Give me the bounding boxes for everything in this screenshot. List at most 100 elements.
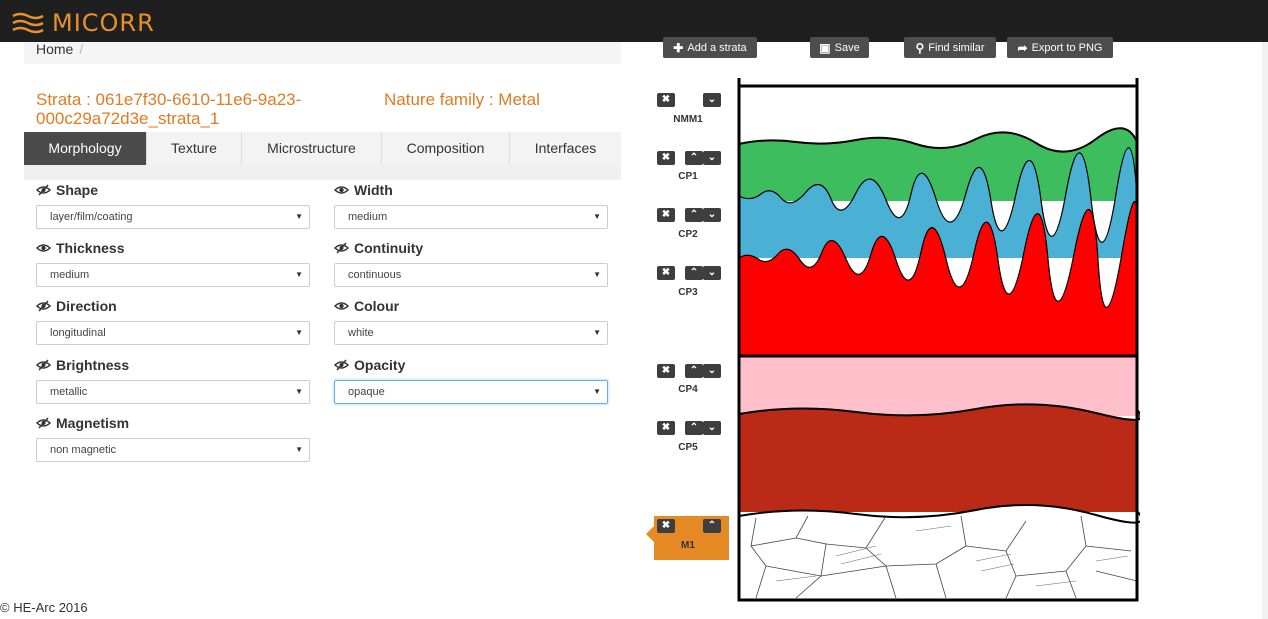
continuity-select[interactable]: continuous ▼ (334, 263, 608, 287)
brightness-label: Brightness (36, 356, 312, 374)
direction-select[interactable]: longitudinal ▼ (36, 321, 310, 345)
thickness-select[interactable]: medium ▼ (36, 263, 310, 287)
eye-slash-icon[interactable] (36, 359, 51, 371)
strata-label-cp1[interactable]: CP1 (658, 171, 718, 182)
top-navbar: MICORR (0, 0, 1268, 42)
chevron-down-icon[interactable]: ⌄ (703, 93, 721, 107)
direction-field: Direction longitudinal ▼ (36, 297, 312, 345)
eye-slash-icon[interactable] (36, 417, 51, 429)
strata-title: Strata : 061e7f30-6610-11e6-9a23-000c29a… (36, 90, 302, 128)
export-label: Export to PNG (1031, 41, 1103, 54)
strata-label-nmm1[interactable]: NMM1 (658, 114, 718, 125)
eye-icon[interactable] (334, 184, 349, 196)
add-strata-button[interactable]: ✚ Add a strata (663, 37, 757, 58)
strata-label-m1[interactable]: M1 (658, 540, 718, 551)
tab-texture[interactable]: Texture (147, 132, 242, 165)
strata-label-cp5[interactable]: CP5 (658, 442, 718, 453)
page-scrollbar[interactable] (1262, 42, 1268, 619)
direction-select-value: longitudinal (50, 327, 106, 339)
chevron-down-icon[interactable]: ⌄ (703, 266, 721, 280)
eye-icon[interactable] (334, 300, 349, 312)
magnetism-label-text: Magnetism (56, 415, 130, 431)
tab-morphology[interactable]: Morphology (24, 132, 147, 165)
width-label-text: Width (354, 182, 393, 198)
nature-family: Nature family : Metal (384, 90, 540, 109)
chevron-down-icon[interactable]: ⌄ (703, 364, 721, 378)
chevron-up-icon[interactable]: ⌃ (685, 364, 703, 378)
eye-slash-icon[interactable] (36, 184, 51, 196)
tab-interfaces[interactable]: Interfaces (510, 132, 621, 165)
chevron-up-icon[interactable]: ⌃ (685, 208, 703, 222)
strata-cp4[interactable] (739, 356, 1137, 416)
brightness-field: Brightness metallic ▼ (36, 356, 312, 404)
export-png-button[interactable]: ➦ Export to PNG (1007, 37, 1113, 58)
direction-label: Direction (36, 297, 312, 315)
delete-icon[interactable]: ✖ (657, 364, 675, 378)
brightness-select-value: metallic (50, 386, 88, 398)
delete-icon[interactable]: ✖ (657, 208, 675, 222)
brightness-select[interactable]: metallic ▼ (36, 380, 310, 404)
chevron-down-icon: ▼ (295, 270, 303, 279)
opacity-select[interactable]: opaque ▼ (334, 380, 608, 404)
delete-icon[interactable]: ✖ (657, 519, 675, 533)
logo-waves-icon (12, 12, 44, 34)
chevron-down-icon[interactable]: ⌄ (703, 151, 721, 165)
shape-label-text: Shape (56, 182, 99, 198)
magnetism-label: Magnetism (36, 414, 312, 432)
width-label: Width (334, 181, 610, 199)
opacity-label-text: Opacity (354, 357, 406, 373)
delete-icon[interactable]: ✖ (657, 421, 675, 435)
continuity-label-text: Continuity (354, 240, 424, 256)
thickness-field: Thickness medium ▼ (36, 239, 312, 287)
chevron-down-icon: ▼ (295, 445, 303, 454)
find-similar-button[interactable]: ⚲ Find similar (904, 37, 996, 58)
strata-m1[interactable] (739, 505, 1140, 598)
opacity-field: Opacity opaque ▼ (334, 356, 610, 404)
chevron-down-icon[interactable]: ⌄ (703, 208, 721, 222)
logo-text: MICORR (52, 9, 155, 37)
chevron-down-icon: ▼ (593, 387, 601, 396)
breadcrumb-separator: / (79, 41, 84, 57)
shape-field: Shape layer/film/coating ▼ (36, 181, 312, 229)
colour-field: Colour white ▼ (334, 297, 610, 345)
logo[interactable]: MICORR (12, 9, 155, 37)
eye-icon[interactable] (36, 242, 51, 254)
chevron-down-icon: ▼ (295, 328, 303, 337)
breadcrumb: Home / (24, 42, 621, 64)
delete-icon[interactable]: ✖ (657, 93, 675, 107)
shape-select[interactable]: layer/film/coating ▼ (36, 205, 310, 229)
shape-label: Shape (36, 181, 312, 199)
colour-select[interactable]: white ▼ (334, 321, 608, 345)
chevron-up-icon[interactable]: ⌃ (703, 519, 721, 533)
magnetism-select[interactable]: non magnetic ▼ (36, 438, 310, 462)
chevron-up-icon[interactable]: ⌃ (685, 421, 703, 435)
tab-composition[interactable]: Composition (382, 132, 510, 165)
strata-label-cp2[interactable]: CP2 (658, 229, 718, 240)
eye-slash-icon[interactable] (334, 359, 349, 371)
breadcrumb-home[interactable]: Home (36, 41, 73, 57)
footer-copyright: © HE-Arc 2016 (0, 600, 88, 615)
opacity-select-value: opaque (348, 386, 385, 398)
width-field: Width medium ▼ (334, 181, 610, 229)
width-select-value: medium (348, 211, 388, 223)
eye-slash-icon[interactable] (334, 242, 349, 254)
opacity-label: Opacity (334, 356, 610, 374)
strata-nmm1[interactable] (739, 84, 1137, 144)
chevron-down-icon: ▼ (295, 387, 303, 396)
chevron-up-icon[interactable]: ⌃ (685, 266, 703, 280)
strata-label-cp4[interactable]: CP4 (658, 384, 718, 395)
plus-icon: ✚ (673, 40, 684, 55)
eye-slash-icon[interactable] (36, 300, 51, 312)
strata-label-cp3[interactable]: CP3 (658, 287, 718, 298)
tab-bar: Morphology Texture Microstructure Compos… (24, 132, 621, 180)
save-button[interactable]: ▣ Save (810, 37, 869, 58)
search-icon: ⚲ (915, 40, 925, 55)
delete-icon[interactable]: ✖ (657, 151, 675, 165)
delete-icon[interactable]: ✖ (657, 266, 675, 280)
continuity-field: Continuity continuous ▼ (334, 239, 610, 287)
chevron-down-icon[interactable]: ⌄ (703, 421, 721, 435)
width-select[interactable]: medium ▼ (334, 205, 608, 229)
strata-cp5[interactable] (739, 404, 1140, 512)
tab-microstructure[interactable]: Microstructure (242, 132, 382, 165)
chevron-up-icon[interactable]: ⌃ (685, 151, 703, 165)
